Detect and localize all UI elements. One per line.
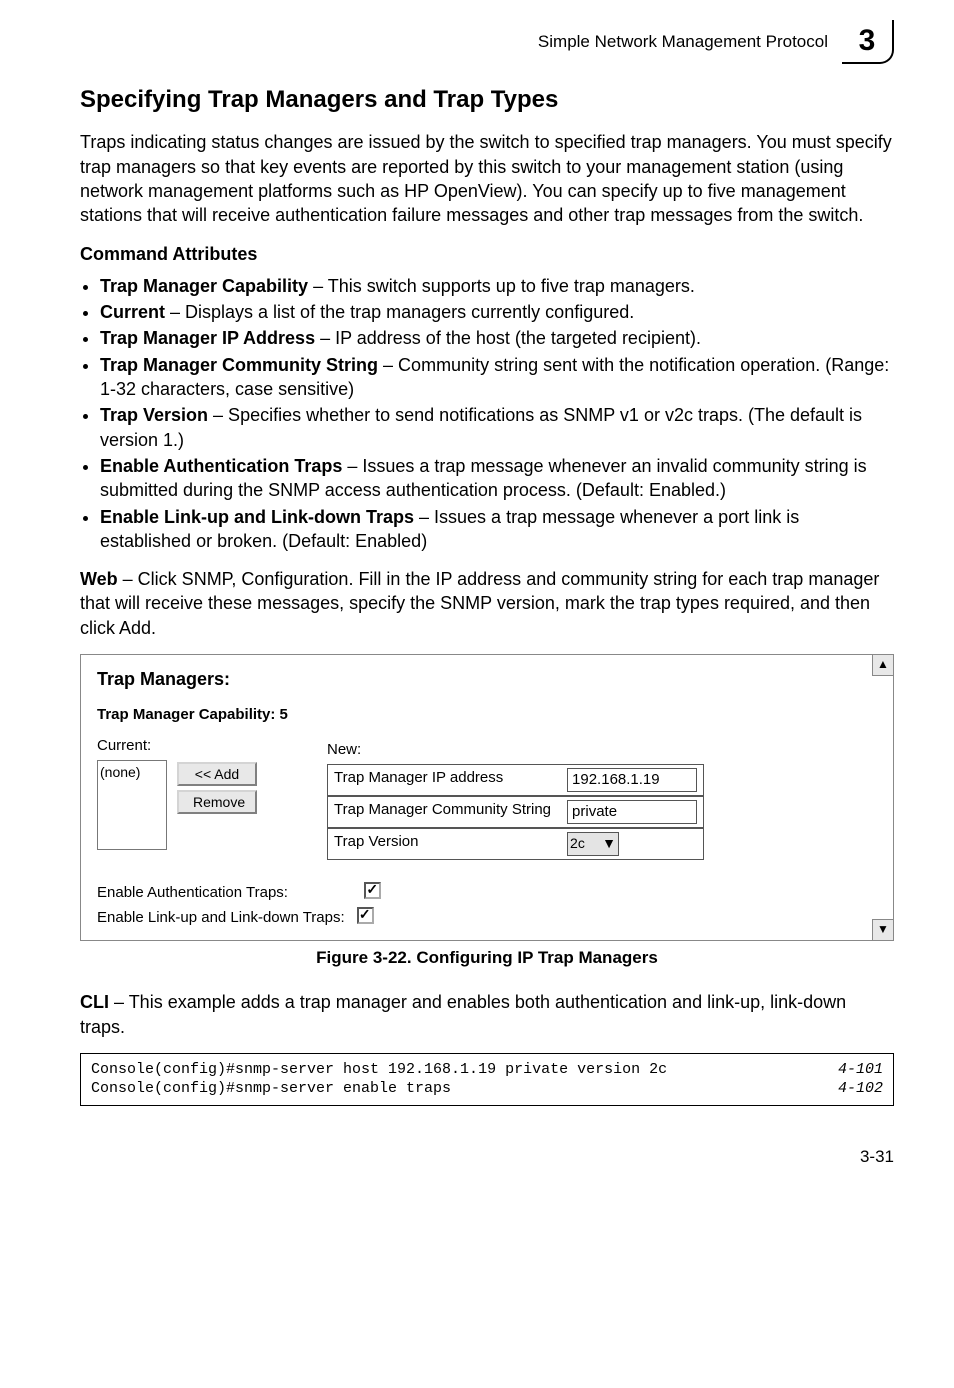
command-attributes-list: Trap Manager Capability – This switch su…	[100, 274, 894, 553]
attr-item: Trap Manager Community String – Communit…	[100, 353, 894, 402]
attr-item: Current – Displays a list of the trap ma…	[100, 300, 894, 324]
attr-item: Trap Manager Capability – This switch su…	[100, 274, 894, 298]
add-button[interactable]: << Add	[177, 762, 257, 786]
console-page-refs: 4-101 4-102	[838, 1060, 883, 1099]
scroll-up-arrow-icon[interactable]: ▲	[872, 654, 894, 676]
community-string-label: Trap Manager Community String	[327, 796, 561, 828]
auth-traps-row: Enable Authentication Traps:	[97, 880, 877, 903]
linkupdown-traps-checkbox[interactable]	[357, 907, 374, 924]
ip-address-input[interactable]: 192.168.1.19	[567, 768, 697, 792]
console-output: Console(config)#snmp-server host 192.168…	[80, 1053, 894, 1106]
new-label: New:	[327, 741, 361, 758]
chapter-indicator: 3	[842, 20, 894, 64]
console-commands: Console(config)#snmp-server host 192.168…	[91, 1060, 667, 1099]
screenshot-title: Trap Managers:	[97, 667, 877, 691]
community-string-input[interactable]: private	[567, 800, 697, 824]
trap-version-label: Trap Version	[327, 828, 561, 860]
remove-button[interactable]: Remove	[177, 790, 257, 814]
web-paragraph: Web – Click SNMP, Configuration. Fill in…	[80, 567, 894, 640]
section-heading: Specifying Trap Managers and Trap Types	[80, 84, 894, 116]
current-label: Current:	[97, 736, 167, 756]
trap-capability-label: Trap Manager Capability: 5	[97, 705, 877, 725]
screenshot-trap-managers: ▲ ▼ Trap Managers: Trap Manager Capabili…	[80, 654, 894, 941]
trap-version-select[interactable]: 2c▼	[567, 832, 619, 856]
header-title: Simple Network Management Protocol	[538, 31, 828, 54]
attr-item: Enable Authentication Traps – Issues a t…	[100, 454, 894, 503]
auth-traps-checkbox[interactable]	[364, 882, 381, 899]
ip-address-label: Trap Manager IP address	[327, 764, 561, 796]
attr-item: Trap Version – Specifies whether to send…	[100, 403, 894, 452]
page-header: Simple Network Management Protocol 3	[80, 20, 894, 64]
figure-caption: Figure 3-22. Configuring IP Trap Manager…	[80, 947, 894, 970]
command-attributes-heading: Command Attributes	[80, 242, 894, 266]
intro-paragraph: Traps indicating status changes are issu…	[80, 130, 894, 227]
cli-paragraph: CLI – This example adds a trap manager a…	[80, 990, 894, 1039]
chevron-down-icon: ▼	[602, 834, 616, 853]
linkupdown-traps-row: Enable Link-up and Link-down Traps:	[97, 905, 877, 928]
chapter-number: 3	[859, 21, 876, 62]
page-number: 3-31	[80, 1146, 894, 1169]
current-listbox[interactable]: (none)	[97, 760, 167, 850]
attr-item: Enable Link-up and Link-down Traps – Iss…	[100, 505, 894, 554]
attr-item: Trap Manager IP Address – IP address of …	[100, 326, 894, 350]
scroll-down-arrow-icon[interactable]: ▼	[872, 919, 894, 941]
